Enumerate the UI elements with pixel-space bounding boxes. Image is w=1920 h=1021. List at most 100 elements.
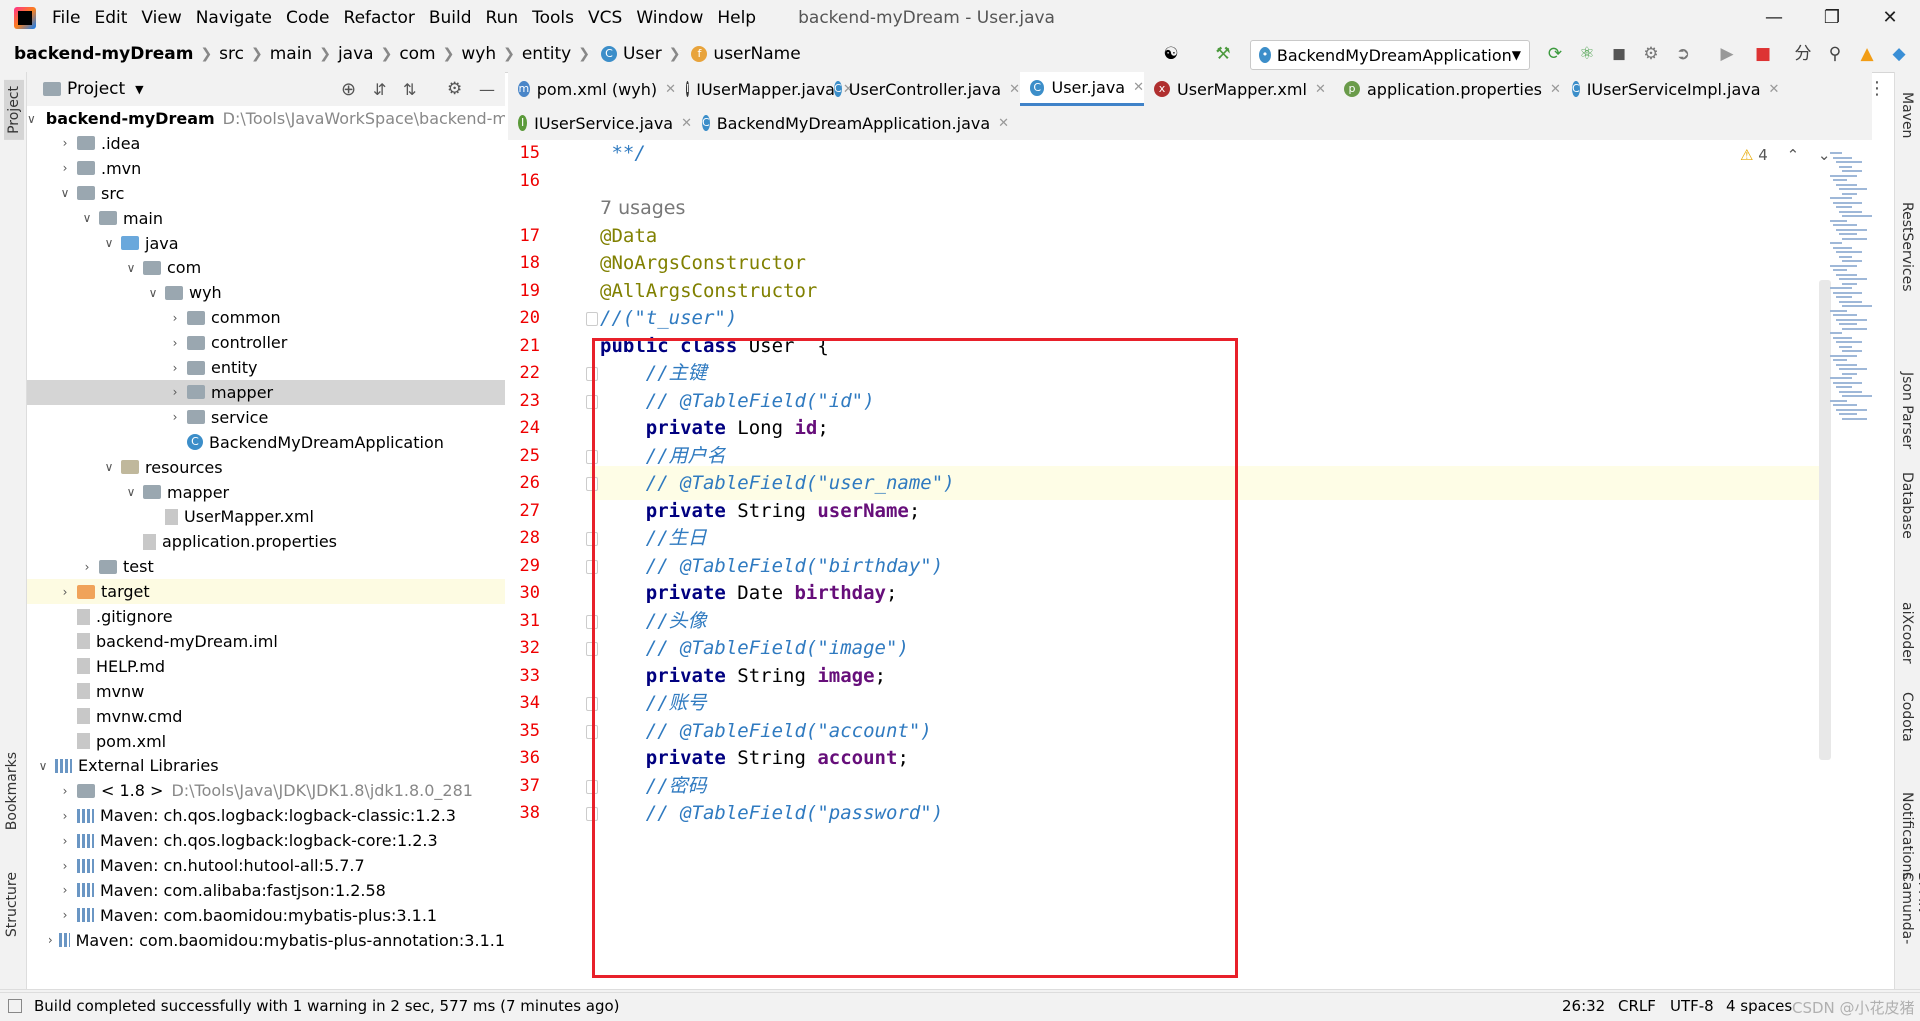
structure-tool-button[interactable]: Structure [4,872,20,937]
collapsed-arrow-icon[interactable]: › [167,410,183,424]
expanded-arrow-icon[interactable]: ∨ [101,236,117,250]
close-tab-icon[interactable]: ✕ [665,82,676,97]
breadcrumb-entity[interactable]: entity [522,44,571,64]
profiler-icon[interactable]: ⚙ [1640,43,1662,65]
menu-run[interactable]: Run [486,8,519,28]
close-tab-icon[interactable]: ✕ [1315,82,1326,97]
tree-item[interactable]: › Maven: cn.hutool:hutool-all:5.7.7 [27,853,505,878]
editor-tab[interactable]: C UserController.java ✕ [824,72,1020,106]
breadcrumb-username[interactable]: userName [713,44,800,64]
locate-icon[interactable]: ⊕ [341,79,356,100]
editor-tab[interactable]: p application.properties ✕ [1334,72,1562,106]
tree-item[interactable]: › test [27,554,505,579]
gear-icon[interactable]: ⚙ [447,79,462,99]
tree-item[interactable]: › controller [27,330,505,355]
tree-item[interactable]: › entity [27,355,505,380]
editor-tab[interactable]: I IUserService.java ✕ [508,106,692,140]
collapsed-arrow-icon[interactable]: › [57,908,73,922]
expanded-arrow-icon[interactable]: ∨ [27,112,36,126]
json-parser-tool-button[interactable]: Json Parser [1899,372,1915,449]
tree-item[interactable]: › .idea [27,131,505,156]
maven-tool-button[interactable]: Maven [1899,92,1915,138]
build-hammer-icon[interactable]: ⚒ [1212,43,1234,65]
previous-highlight-icon[interactable]: ⌃ [1787,146,1800,164]
tree-item[interactable]: ∨ src [27,181,505,206]
stop-icon[interactable]: ■ [1752,43,1774,65]
collapsed-arrow-icon[interactable]: › [45,933,55,947]
breadcrumb-wyh[interactable]: wyh [461,44,496,64]
collapsed-arrow-icon[interactable]: › [57,136,73,150]
code-line[interactable]: **/ [600,140,645,170]
usages-hint[interactable]: 7 usages [600,197,685,219]
tree-item[interactable]: ∨ com [27,255,505,280]
toggle-tool-windows-icon[interactable] [8,999,22,1013]
tree-item[interactable]: › Maven: com.baomidou:mybatis-plus-annota… [27,928,505,952]
code-minimap[interactable] [1830,152,1874,452]
update-icon[interactable]: ▲ [1856,43,1878,65]
tree-item[interactable]: mvnw [27,679,505,704]
editor-tab[interactable]: C User.java ✕ [1020,72,1144,106]
menu-refactor[interactable]: Refactor [344,8,415,28]
close-tab-icon[interactable]: ✕ [1009,82,1020,97]
collapsed-arrow-icon[interactable]: › [167,361,183,375]
run-play-icon[interactable]: ▶ [1716,43,1738,65]
breadcrumb-com[interactable]: com [399,44,435,64]
aixcoder-tool-button[interactable]: aiXcoder [1899,602,1915,664]
tree-item[interactable]: › target [27,579,505,605]
menu-edit[interactable]: Edit [94,8,127,28]
editor-tab[interactable]: C IUserServiceImpl.java ✕ [1562,72,1779,106]
close-tab-icon[interactable]: ✕ [1769,82,1780,97]
menu-window[interactable]: Window [636,8,703,28]
tree-item[interactable]: pom.xml [27,729,505,754]
tree-item[interactable]: .gitignore [27,604,505,629]
expand-all-icon[interactable]: ⇵ [373,80,386,99]
tree-item[interactable]: ∨ resources [27,455,505,480]
menu-build[interactable]: Build [429,8,472,28]
close-tab-icon[interactable]: ✕ [681,116,692,131]
tree-item[interactable]: mvnw.cmd [27,704,505,729]
expanded-arrow-icon[interactable]: ∨ [123,485,139,499]
close-tab-icon[interactable]: ✕ [1550,82,1561,97]
tree-item[interactable]: › Maven: com.baomidou:mybatis-plus:3.1.1 [27,903,505,928]
menu-navigate[interactable]: Navigate [196,8,272,28]
minimize-button[interactable]: — [1746,0,1802,36]
restservices-tool-button[interactable]: RestServices [1899,202,1915,292]
collapsed-arrow-icon[interactable]: › [57,809,73,823]
editor-tab[interactable]: m pom.xml (wyh) ✕ [508,72,676,106]
project-panel-title[interactable]: Project [67,79,125,99]
coverage-icon[interactable]: ◼ [1608,43,1630,65]
breadcrumb-src[interactable]: src [219,44,244,64]
hide-panel-icon[interactable]: — [479,80,495,99]
inspection-widget[interactable]: ⚠ 4 ⌃ ⌄ [1740,146,1831,164]
editor-tab[interactable]: I IUserMapper.java ✕ [676,72,854,106]
rerun-icon[interactable]: ⟳ [1544,43,1566,65]
collapsed-arrow-icon[interactable]: › [57,834,73,848]
menu-code[interactable]: Code [286,8,330,28]
fold-marker-icon[interactable] [586,312,598,326]
expanded-arrow-icon[interactable]: ∨ [57,186,73,200]
breadcrumb-project[interactable]: backend-myDream [14,44,193,64]
expanded-arrow-icon[interactable]: ∨ [101,460,117,474]
collapsed-arrow-icon[interactable]: › [167,311,183,325]
status-message[interactable]: Build completed successfully with 1 warn… [34,997,620,1015]
editor-tab[interactable]: x UserMapper.xml ✕ [1144,72,1334,106]
tree-item[interactable]: › < 1.8 > D:\Tools\Java\JDK\JDK1.8\jdk1.8.… [27,778,505,803]
menu-view[interactable]: View [141,8,181,28]
debug-icon[interactable]: ⚛ [1576,43,1598,65]
editor-tab[interactable]: C BackendMyDreamApplication.java ✕ [692,106,1009,140]
close-tab-icon[interactable]: ✕ [1133,80,1144,95]
tree-item[interactable]: backend-myDream.iml [27,629,505,654]
tree-item[interactable]: › Maven: ch.qos.logback:logback-core:1.2.… [27,828,505,853]
translate-icon[interactable]: 分 [1792,43,1814,65]
search-icon[interactable]: ⚲ [1824,43,1846,65]
collapsed-arrow-icon[interactable]: › [57,161,73,175]
expanded-arrow-icon[interactable]: ∨ [123,261,139,275]
tree-item[interactable]: C BackendMyDreamApplication [27,430,505,455]
collapsed-arrow-icon[interactable]: › [57,784,73,798]
tree-item[interactable]: › Maven: ch.qos.logback:logback-classic:1… [27,803,505,828]
tree-item[interactable]: ∨ wyh [27,280,505,305]
indent-setting[interactable]: 4 spaces [1726,997,1792,1015]
plugin-icon[interactable]: ◆ [1888,43,1910,65]
database-tool-button[interactable]: Database [1899,472,1915,539]
tree-item[interactable]: › .mvn [27,156,505,181]
